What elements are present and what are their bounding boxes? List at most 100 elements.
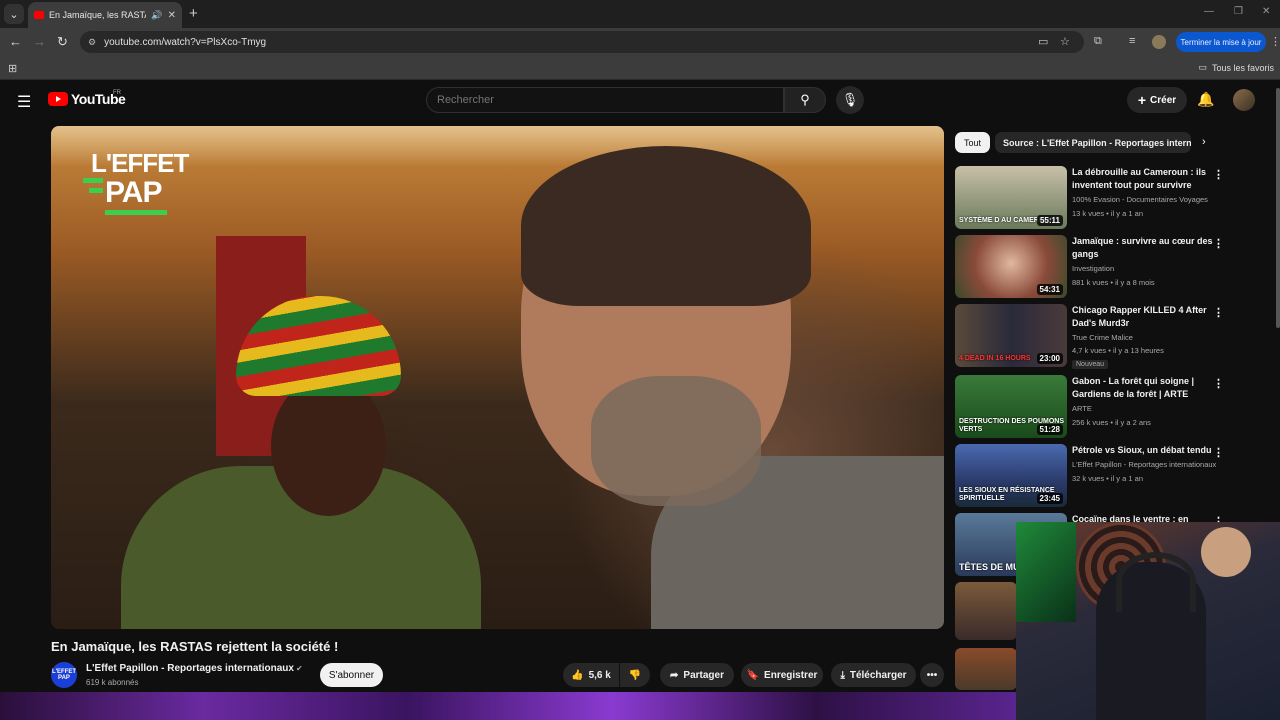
recommendation-title[interactable]: Pétrole vs Sioux, un débat tendu — [1072, 444, 1217, 457]
recommendation-meta: 881 k vues • il y a 8 mois — [1072, 278, 1155, 287]
page-scrollbar[interactable] — [1276, 88, 1280, 328]
subscribe-button[interactable]: S'abonner — [320, 663, 383, 687]
chevron-right-icon[interactable]: › — [1202, 136, 1206, 148]
video-thumbnail[interactable]: 54:31 — [955, 235, 1067, 298]
youtube-masthead: ☰ YouTube FR ⚲ 🎙 + Créer 🔔 — [0, 81, 1280, 119]
video-thumbnail[interactable]: DESTRUCTION DES POUMONS VERTS 51:28 — [955, 375, 1067, 438]
reload-icon[interactable]: ↻ — [57, 34, 68, 50]
speaker-icon[interactable]: 🔊 — [151, 10, 162, 21]
kebab-menu-icon[interactable]: ⋮ — [1213, 446, 1224, 459]
minimize-icon[interactable]: — — [1204, 6, 1214, 17]
youtube-play-icon — [48, 92, 68, 106]
kebab-menu-icon[interactable]: ⋮ — [1213, 237, 1224, 250]
new-tab-button[interactable]: + — [189, 5, 198, 22]
profile-avatar[interactable] — [1152, 35, 1166, 49]
folder-icon: ▭ — [1198, 62, 1207, 72]
watermark-line2: PAP — [105, 176, 162, 209]
download-button[interactable]: ⤓ Télécharger — [831, 663, 916, 687]
duration-badge: 54:31 — [1036, 284, 1063, 295]
recommendation-channel[interactable]: True Crime Malice — [1072, 333, 1224, 342]
video-thumbnail[interactable]: SYSTÈME D AU CAMEROUN 55:11 — [955, 166, 1067, 229]
search-icon: ⚲ — [800, 92, 810, 107]
all-bookmarks-button[interactable]: ▭ Tous les favoris — [1198, 62, 1274, 73]
update-button[interactable]: Terminer la mise à jour — [1176, 32, 1266, 52]
watermark-line1: L'EFFET — [91, 148, 189, 178]
recommendation-item[interactable]: 4 DEAD IN 16 HOURS 23:00 Chicago Rapper … — [955, 304, 1230, 369]
new-badge: Nouveau — [1072, 360, 1109, 369]
save-label: Enregistrer — [764, 669, 818, 681]
browser-tab-strip: ⌄ En Jamaïque, les RASTAS rejettent la s… — [0, 0, 1280, 28]
close-tab-icon[interactable]: ✕ — [168, 10, 176, 21]
video-thumbnail[interactable]: 4 DEAD IN 16 HOURS 23:00 — [955, 304, 1067, 367]
reading-list-icon[interactable]: ≡ — [1129, 35, 1135, 47]
video-player[interactable]: L'EFFET PAP — [51, 126, 944, 629]
voice-search-button[interactable]: 🎙 — [836, 86, 864, 114]
create-button[interactable]: + Créer — [1127, 87, 1187, 113]
tab-title: En Jamaïque, les RASTAS rejettent la soc… — [48, 10, 146, 20]
recommendation-meta: 4,7 k vues • il y a 13 heures — [1072, 346, 1164, 355]
tab-search-button[interactable]: ⌄ — [4, 4, 24, 24]
site-info-icon[interactable]: ⚙ — [88, 37, 96, 48]
share-arrow-icon: ➦ — [670, 669, 679, 681]
recommendation-title[interactable]: Jamaïque : survivre au cœur des gangs — [1072, 235, 1217, 261]
recommendation-meta: 32 k vues • il y a 1 an — [1072, 474, 1143, 483]
rasta-man-face — [271, 376, 386, 516]
maximize-icon[interactable]: ❐ — [1234, 6, 1243, 17]
recommendation-item[interactable]: LES SIOUX EN RÉSISTANCE SPIRITUELLE 23:4… — [955, 444, 1230, 508]
verified-check-icon: ✔ — [296, 664, 303, 673]
back-arrow-icon[interactable]: ← — [9, 34, 22, 49]
microphone-icon: 🎙 — [841, 92, 859, 107]
wall-flag — [1016, 522, 1076, 622]
recommendation-title[interactable]: Chicago Rapper KILLED 4 After Dad's Murd… — [1072, 304, 1217, 330]
like-button[interactable]: 👍 5,6 k — [563, 663, 619, 687]
recommendation-meta: 13 k vues • il y a 1 an — [1072, 209, 1143, 218]
plus-icon: + — [1137, 92, 1147, 108]
save-button[interactable]: 🔖 Enregistrer — [741, 663, 823, 687]
close-window-icon[interactable]: ✕ — [1262, 6, 1270, 17]
url-text[interactable]: youtube.com/watch?v=PlsXco-Tmyg — [104, 37, 266, 48]
recommendation-title[interactable]: La débrouille au Cameroun : ils inventen… — [1072, 166, 1217, 192]
recommendation-item[interactable]: DESTRUCTION DES POUMONS VERTS 51:28 Gabo… — [955, 375, 1230, 439]
more-actions-button[interactable]: ••• — [920, 663, 944, 687]
country-code: FR — [113, 90, 121, 96]
recommendation-item[interactable]: 54:31 Jamaïque : survivre au cœur des ga… — [955, 235, 1230, 299]
forward-arrow-icon[interactable]: → — [33, 34, 46, 49]
apps-grid-icon[interactable]: ⊞ — [8, 62, 17, 75]
browser-tab-active[interactable]: En Jamaïque, les RASTAS rejettent la soc… — [28, 2, 182, 28]
share-label: Partager — [683, 669, 724, 681]
kebab-menu-icon[interactable]: ⋮ — [1213, 377, 1224, 390]
recommendation-channel[interactable]: 100% Evasion - Documentaires Voyages — [1072, 195, 1224, 204]
notifications-bell-icon[interactable]: 🔔 — [1197, 91, 1214, 108]
video-title: En Jamaïque, les RASTAS rejettent la soc… — [51, 639, 339, 654]
recommendation-channel[interactable]: L'Effet Papillon - Reportages internatio… — [1072, 460, 1224, 469]
video-thumbnail[interactable] — [955, 648, 1017, 690]
browser-toolbar: ← → ↻ ⚙ youtube.com/watch?v=PlsXco-Tmyg … — [0, 28, 1280, 56]
hamburger-menu-icon[interactable]: ☰ — [17, 92, 31, 112]
bookmark-star-icon[interactable]: ☆ — [1060, 35, 1070, 48]
video-thumbnail[interactable]: LES SIOUX EN RÉSISTANCE SPIRITUELLE 23:4… — [955, 444, 1067, 507]
search-button[interactable]: ⚲ — [784, 87, 826, 113]
download-label: Télécharger — [849, 669, 907, 681]
duration-badge: 23:45 — [1036, 493, 1063, 504]
user-avatar[interactable] — [1233, 89, 1255, 111]
bookmarks-bar: ⊞ ▭ Tous les favoris — [0, 56, 1280, 80]
recommendation-title[interactable]: Gabon - La forêt qui soigne | Gardiens d… — [1072, 375, 1217, 401]
recommendation-channel[interactable]: Investigation — [1072, 264, 1224, 273]
kebab-menu-icon[interactable]: ⋮ — [1213, 306, 1224, 319]
more-dots-icon: ••• — [926, 669, 938, 681]
channel-avatar[interactable]: L'EFFET PAP — [51, 662, 77, 688]
dislike-button[interactable]: 👎 — [620, 663, 650, 687]
cast-icon[interactable]: ▭ — [1038, 35, 1048, 48]
extensions-icon[interactable]: ⧉ — [1094, 35, 1102, 48]
chip-all[interactable]: Tout — [955, 132, 990, 153]
share-button[interactable]: ➦ Partager — [660, 663, 734, 687]
chrome-menu-icon[interactable]: ⋮ — [1270, 35, 1280, 48]
kebab-menu-icon[interactable]: ⋮ — [1213, 168, 1224, 181]
search-input[interactable] — [426, 87, 784, 113]
video-thumbnail[interactable] — [955, 582, 1017, 640]
channel-name[interactable]: L'Effet Papillon - Reportages internatio… — [86, 663, 294, 674]
recommendation-channel[interactable]: ARTE — [1072, 404, 1224, 413]
address-bar[interactable]: ⚙ youtube.com/watch?v=PlsXco-Tmyg — [80, 31, 1084, 53]
chip-source[interactable]: Source : L'Effet Papillon - Reportages i… — [995, 132, 1191, 153]
recommendation-item[interactable]: SYSTÈME D AU CAMEROUN 55:11 La débrouill… — [955, 166, 1230, 230]
